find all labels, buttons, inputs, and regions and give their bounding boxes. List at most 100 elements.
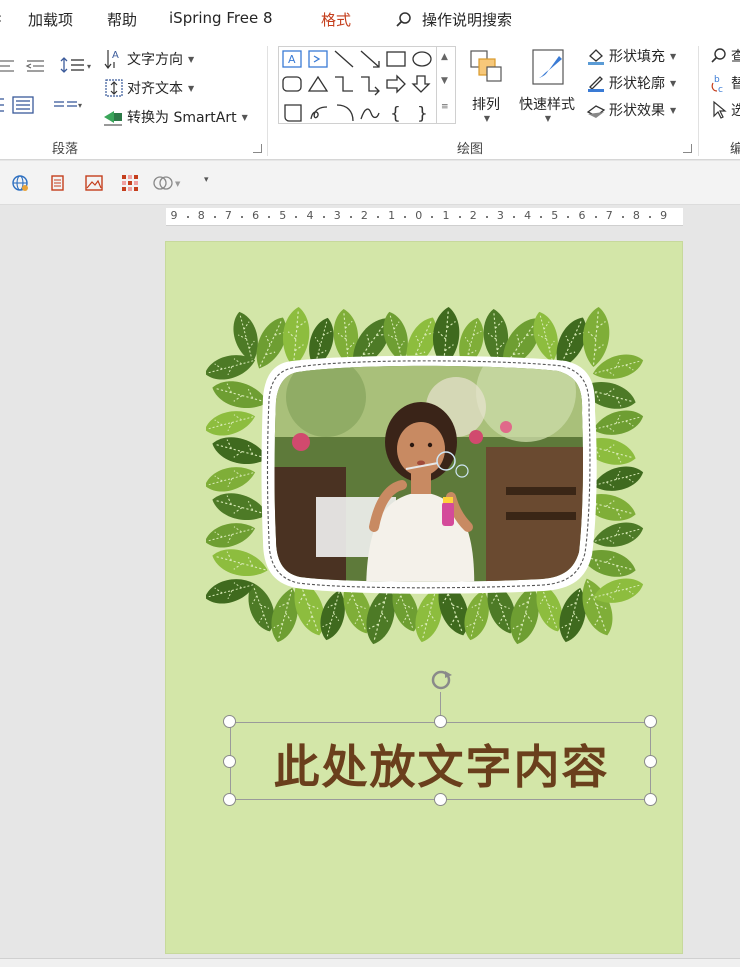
align-text-icon bbox=[105, 79, 123, 97]
replace-button[interactable]: b c 替 bbox=[710, 73, 740, 93]
select-label: 选 bbox=[731, 103, 740, 119]
ruler-number: 0 bbox=[415, 209, 423, 222]
tab-help[interactable]: 帮助 bbox=[107, 9, 137, 30]
paint-bucket-icon bbox=[588, 49, 604, 65]
chevron-down-icon: ▼ bbox=[188, 83, 195, 93]
chevron-down-icon[interactable]: ▼ bbox=[441, 76, 448, 86]
ruler-tick bbox=[458, 216, 461, 218]
text-placeholder-box[interactable]: 此处放文字内容 bbox=[230, 722, 651, 800]
shape-effects-icon bbox=[586, 105, 606, 118]
drawing-group-label: 绘图 bbox=[457, 142, 484, 157]
columns-icon[interactable]: ▾ bbox=[52, 98, 86, 114]
grid-icon[interactable] bbox=[120, 173, 140, 193]
globe-icon[interactable] bbox=[10, 173, 30, 193]
justify-icon[interactable] bbox=[0, 96, 38, 116]
leaf-photo-frame bbox=[206, 306, 644, 645]
convert-smartart-button[interactable]: 转换为 SmartArt ▼ bbox=[102, 107, 248, 127]
ruler-number: 2 bbox=[360, 209, 368, 222]
slide-canvas[interactable]: 此处放文字内容 bbox=[165, 241, 683, 954]
drawing-dialog-launcher-icon[interactable] bbox=[683, 144, 692, 153]
shape-fill-button[interactable]: 形状填充 ▼ bbox=[586, 46, 676, 66]
replace-icon: b c bbox=[711, 75, 723, 93]
chevron-up-icon[interactable]: ▲ bbox=[441, 52, 448, 62]
resize-handle-bottom-right[interactable] bbox=[644, 793, 657, 806]
align-text-button[interactable]: 对齐文本 ▼ bbox=[104, 78, 194, 98]
svg-text:▾: ▾ bbox=[87, 62, 91, 71]
chevron-down-icon: ▼ bbox=[188, 54, 195, 64]
tab-overflow[interactable]: ‹ bbox=[0, 9, 2, 27]
text-direction-icon: A bbox=[104, 50, 119, 69]
ruler-tick bbox=[649, 216, 651, 218]
text-direction-button[interactable]: A 文字方向 ▼ bbox=[104, 48, 194, 70]
ruler-number: 7 bbox=[605, 209, 613, 222]
chevron-down-icon: ▼ bbox=[544, 114, 552, 123]
cursor-arrow-icon bbox=[713, 100, 727, 119]
ruler-number: 4 bbox=[524, 209, 532, 222]
shapes-gallery: A {} bbox=[278, 46, 456, 124]
shapes-merge-icon[interactable]: ▼ bbox=[152, 173, 182, 193]
rotate-handle-icon[interactable] bbox=[428, 667, 454, 693]
secondary-toolbar: ▼ ▾ bbox=[0, 161, 740, 205]
ruler-tick bbox=[295, 216, 298, 218]
ruler-number: 6 bbox=[578, 209, 586, 222]
ruler-tick bbox=[431, 216, 434, 218]
find-button[interactable]: 查 bbox=[710, 46, 740, 66]
leaf-decoration bbox=[582, 306, 610, 368]
select-button[interactable]: 选 bbox=[710, 100, 740, 120]
shape-outline-button[interactable]: 形状轮廓 ▼ bbox=[586, 73, 676, 93]
ruler-number: 3 bbox=[496, 209, 504, 222]
picture-icon[interactable] bbox=[84, 173, 104, 193]
ruler-tick bbox=[513, 216, 515, 218]
ruler-number: 8 bbox=[632, 209, 640, 222]
resize-handle-bottom-left[interactable] bbox=[223, 793, 236, 806]
leaf-decoration bbox=[212, 549, 268, 577]
leaf-decoration bbox=[212, 381, 268, 409]
tab-addins[interactable]: 加载项 bbox=[28, 9, 73, 30]
resize-handle-top[interactable] bbox=[434, 715, 447, 728]
search-icon bbox=[396, 11, 411, 27]
ruler-number: 8 bbox=[197, 209, 205, 222]
slide-text-content[interactable]: 此处放文字内容 bbox=[231, 731, 652, 797]
slides-icon[interactable] bbox=[47, 173, 67, 193]
ruler-tick bbox=[377, 216, 379, 218]
chevron-down-icon: ▼ bbox=[670, 78, 677, 88]
ruler-tick bbox=[540, 216, 543, 218]
editing-group-label: 编 bbox=[730, 142, 740, 157]
group-separator bbox=[698, 46, 699, 156]
align-text-label: 对齐文本 bbox=[127, 81, 183, 97]
tab-format[interactable]: 格式 bbox=[321, 9, 351, 30]
svg-text:A: A bbox=[288, 53, 296, 66]
resize-handle-left[interactable] bbox=[223, 755, 236, 768]
line-spacing-icon[interactable]: ▾ bbox=[60, 56, 94, 76]
tab-ispring[interactable]: iSpring Free 8 bbox=[169, 9, 272, 27]
resize-handle-top-right[interactable] bbox=[644, 715, 657, 728]
resize-handle-right[interactable] bbox=[644, 755, 657, 768]
arrange-button[interactable]: 排列 ▼ bbox=[466, 48, 506, 123]
shape-effects-button[interactable]: 形状效果 ▼ bbox=[586, 100, 676, 120]
ruler-tick bbox=[594, 216, 597, 218]
quick-styles-label: 快速样式 bbox=[519, 97, 575, 113]
resize-handle-top-left[interactable] bbox=[223, 715, 236, 728]
chevron-down-icon: ▼ bbox=[483, 114, 491, 123]
powerpoint-window: ‹ 加载项 帮助 iSpring Free 8 格式 操作说明搜索 bbox=[0, 0, 740, 967]
gallery-scrollbar[interactable]: ▲ ▼ ≡ bbox=[436, 46, 456, 124]
customize-toolbar-icon[interactable]: ▾ bbox=[204, 175, 209, 185]
leaf-decoration bbox=[206, 411, 256, 436]
status-bar bbox=[0, 958, 740, 967]
ruler-tick bbox=[621, 216, 624, 218]
paragraph-dialog-launcher-icon[interactable] bbox=[253, 144, 262, 153]
smartart-icon bbox=[104, 111, 122, 126]
pen-icon bbox=[588, 76, 604, 92]
ruler-number: 9 bbox=[170, 209, 178, 222]
horizontal-ruler: 9 8 7 6 5 4 3 2 1 0 1 2 3 4 5 6 7 8 9 bbox=[166, 208, 683, 226]
indent-buttons[interactable] bbox=[0, 58, 46, 74]
ruler-tick bbox=[186, 216, 189, 218]
quick-styles-button[interactable]: 快速样式 ▼ bbox=[514, 48, 580, 123]
resize-handle-bottom[interactable] bbox=[434, 793, 447, 806]
gallery-more-icon[interactable]: ≡ bbox=[441, 102, 449, 112]
photo-girl-blowing-bubbles[interactable] bbox=[266, 342, 596, 597]
leaf-decoration bbox=[592, 410, 644, 435]
ruler-number: 1 bbox=[442, 209, 450, 222]
tell-me-search[interactable]: 操作说明搜索 bbox=[395, 9, 512, 30]
svg-text:▾: ▾ bbox=[78, 101, 82, 110]
